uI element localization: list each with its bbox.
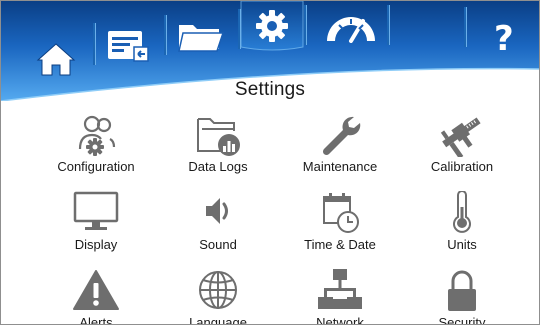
caliper-icon <box>440 117 481 157</box>
tile-calibration[interactable]: Calibration <box>397 113 527 183</box>
warning-icon <box>73 270 119 310</box>
nav-divider <box>164 15 166 55</box>
speaker-icon <box>206 198 228 224</box>
tile-time-date[interactable]: Time & Date <box>275 191 405 261</box>
calendar-clock-icon <box>323 193 359 233</box>
thermometer-icon <box>453 191 471 233</box>
question-icon: ? <box>494 19 514 59</box>
page-title: Settings <box>234 79 306 100</box>
tile-maintenance[interactable]: Maintenance <box>275 113 405 183</box>
lock-icon <box>448 270 476 311</box>
tile-label: Units <box>447 237 477 252</box>
tile-label: Security <box>438 315 486 325</box>
network-icon <box>318 269 362 309</box>
folder-icon <box>178 25 225 52</box>
tile-label: Calibration <box>430 159 494 174</box>
nav-divider <box>93 23 95 65</box>
tile-label: Language <box>189 315 247 325</box>
tile-alerts[interactable]: Alerts <box>31 269 161 325</box>
home-button[interactable] <box>36 41 76 77</box>
tile-label: Configuration <box>57 159 135 174</box>
gauge-icon <box>327 17 375 43</box>
tile-units[interactable]: Units <box>397 191 527 261</box>
nav-divider <box>304 5 306 45</box>
home-icon <box>36 43 76 76</box>
folder-chart-icon <box>197 118 240 156</box>
tile-label: Maintenance <box>302 159 378 174</box>
tile-network[interactable]: Network <box>275 269 405 325</box>
help-button[interactable]: ? <box>494 19 524 59</box>
screen-export-button[interactable] <box>106 29 150 63</box>
settings-tab-button[interactable] <box>255 9 289 43</box>
tile-label: Alerts <box>79 315 113 325</box>
files-button[interactable] <box>177 19 225 53</box>
nav-divider <box>387 5 389 45</box>
tile-label: Network <box>316 315 364 325</box>
gauge-button[interactable] <box>323 11 379 43</box>
nav-divider <box>464 7 466 47</box>
tile-language[interactable]: Language <box>153 269 283 325</box>
tile-label: Display <box>74 237 118 252</box>
nav-divider <box>238 9 240 49</box>
gear-icon <box>256 10 288 42</box>
settings-screen: ? Settings Configuration Data Logs Maint… <box>0 0 540 325</box>
tile-sound[interactable]: Sound <box>153 191 283 261</box>
globe-icon <box>199 271 237 309</box>
wrench-icon <box>322 116 361 156</box>
tile-label: Data Logs <box>188 159 248 174</box>
tile-display[interactable]: Display <box>31 191 161 261</box>
tile-label: Sound <box>199 237 237 252</box>
users-gear-icon <box>78 115 116 156</box>
screen-export-icon <box>108 31 149 62</box>
tile-configuration[interactable]: Configuration <box>31 113 161 183</box>
tile-security[interactable]: Security <box>397 269 527 325</box>
monitor-icon <box>73 191 119 230</box>
tile-label: Time & Date <box>304 237 376 252</box>
tile-data-logs[interactable]: Data Logs <box>153 113 283 183</box>
